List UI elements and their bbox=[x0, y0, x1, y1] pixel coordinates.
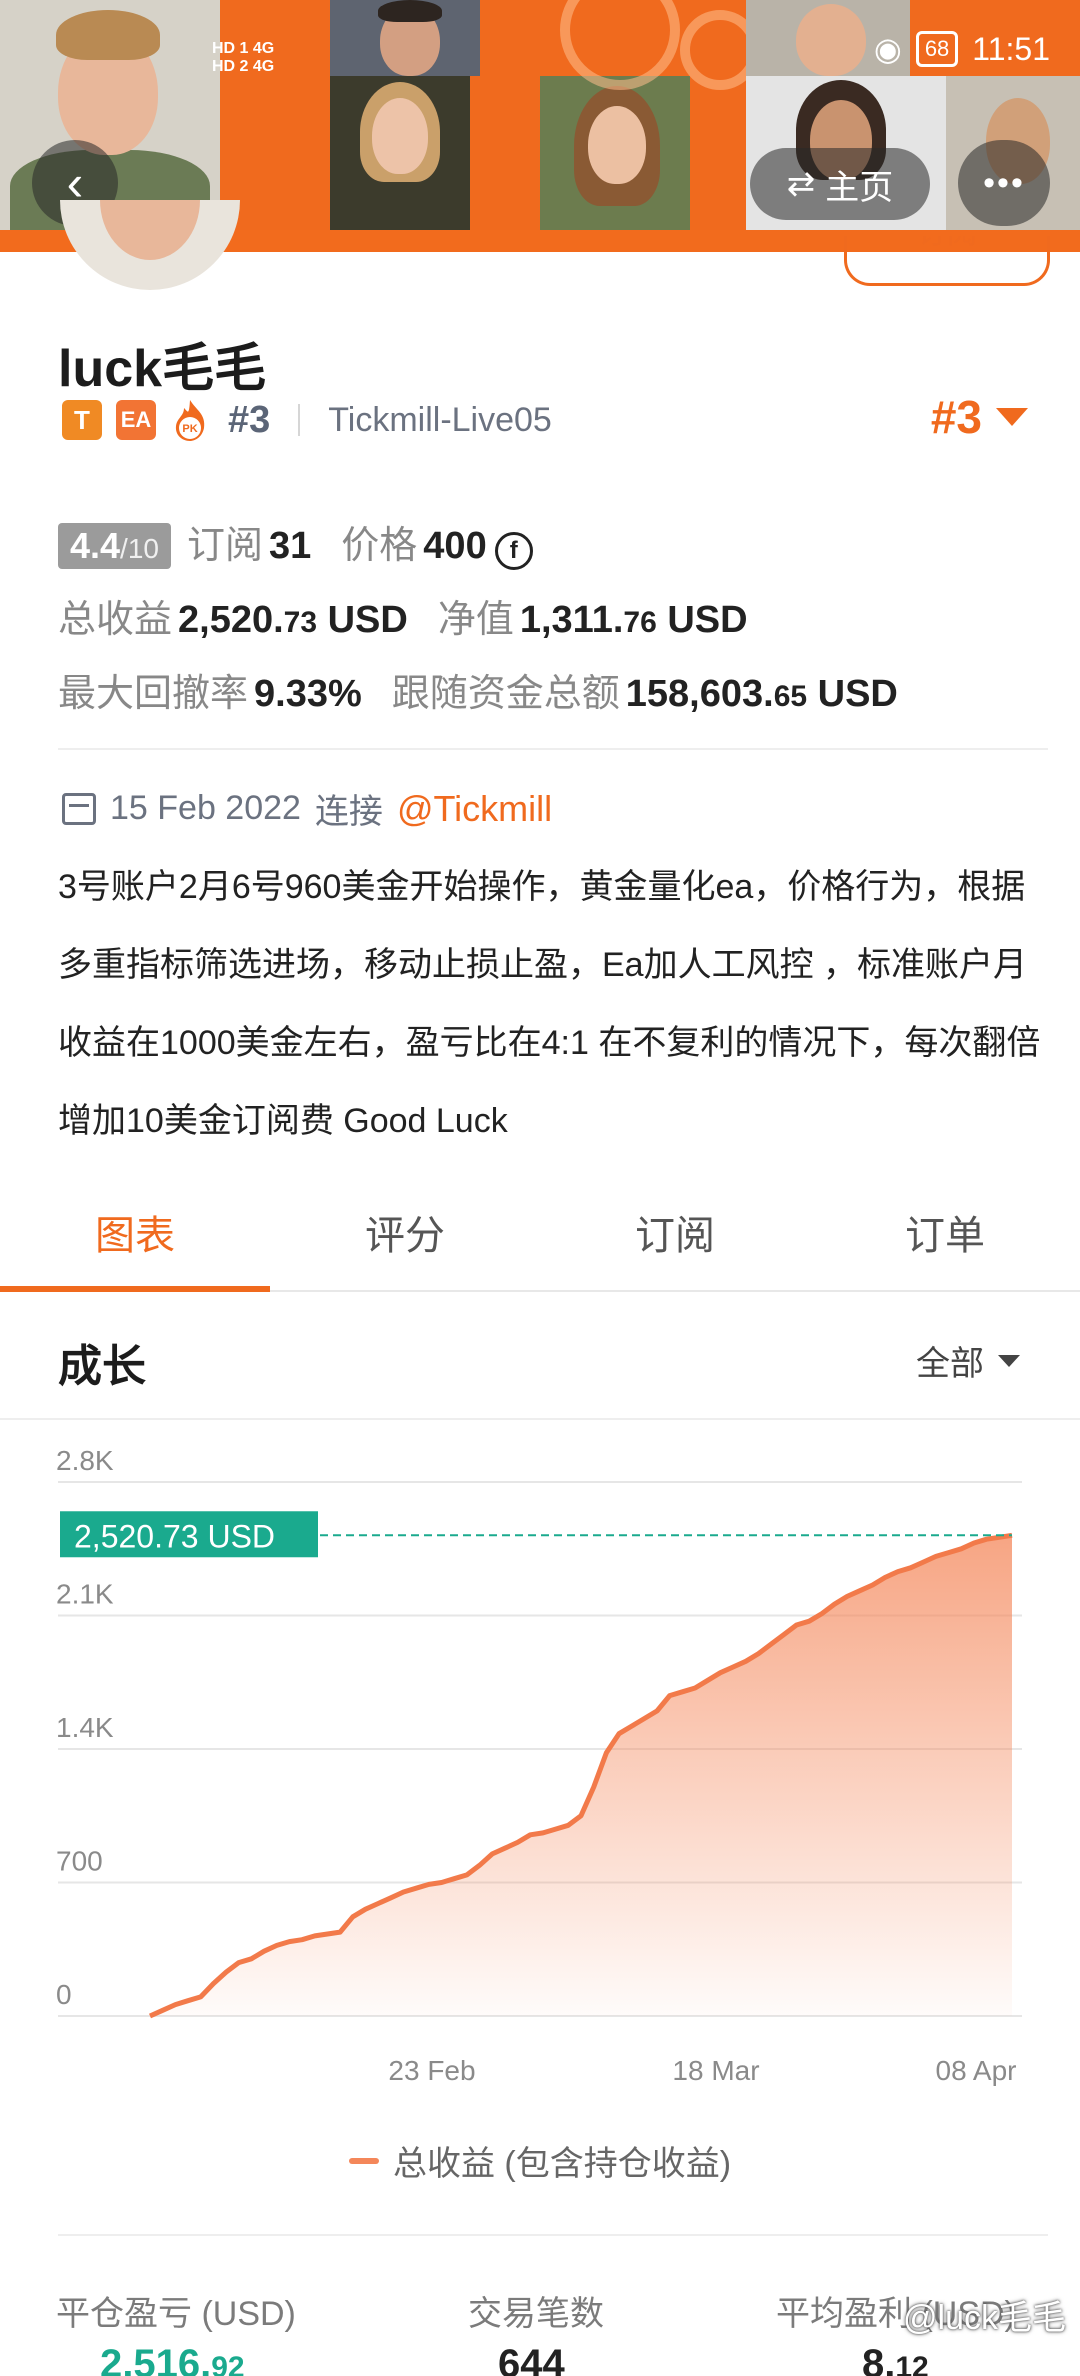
tab-subscribe[interactable]: 订阅 bbox=[540, 1196, 810, 1290]
pk-flame-icon[interactable]: PK bbox=[170, 398, 210, 442]
server-name: Tickmill-Live05 bbox=[328, 400, 552, 439]
rank-label: #3 bbox=[228, 398, 271, 441]
badge-row: T EA PK #3 Tickmill-Live05 bbox=[62, 398, 552, 442]
follow-funds-label: 跟随资金总额 bbox=[391, 673, 620, 715]
legend-label: 总收益 (包含持仓收益) bbox=[392, 2145, 732, 2183]
x-tick-label: 18 Mar bbox=[672, 2055, 759, 2086]
connect-label: 连接 bbox=[314, 793, 383, 831]
swap-icon: ⇄ bbox=[786, 165, 816, 203]
y-tick-label: 700 bbox=[56, 1846, 103, 1877]
svg-text:PK: PK bbox=[182, 423, 197, 435]
tab-chart[interactable]: 图表 bbox=[0, 1196, 270, 1292]
stat-line-profit: 总收益 2,520.73 USD 净值 1,311.76 USD bbox=[58, 588, 1048, 662]
y-tick-label: 0 bbox=[56, 1979, 72, 2010]
closed-pl-value: 2,516.92 bbox=[100, 2342, 245, 2376]
clock: 11:51 bbox=[972, 30, 1050, 67]
tab-rating[interactable]: 评分 bbox=[270, 1196, 540, 1290]
closed-pl-label: 平仓盈亏 (USD) bbox=[56, 2295, 296, 2333]
coin-icon: f bbox=[494, 532, 533, 570]
connect-row: 15 Feb 2022 连接 @Tickmill bbox=[62, 784, 552, 833]
trader-photo-4 bbox=[540, 76, 690, 230]
divider bbox=[58, 2234, 1048, 2236]
divider bbox=[58, 748, 1048, 750]
x-tick-label: 23 Feb bbox=[388, 2055, 475, 2086]
subscribe-count-value: 31 bbox=[269, 525, 312, 567]
eye-icon: ◉ bbox=[873, 31, 902, 67]
stat-line-score: 4.4/10 订阅 31 价格 400 f bbox=[58, 514, 1048, 588]
stat-line-drawdown: 最大回撤率 9.33% 跟随资金总额 158,603.65 USD bbox=[58, 662, 1048, 736]
x-tick-label: 08 Apr bbox=[936, 2055, 1017, 2086]
range-value: 全部 bbox=[916, 1345, 984, 1383]
avatar[interactable] bbox=[60, 200, 240, 290]
watermark: @luck毛毛 bbox=[903, 2299, 1066, 2337]
follow-funds-value: 158,603.65 USD bbox=[625, 673, 898, 715]
status-bar: ◉ 68 11:51 bbox=[874, 30, 1050, 68]
price-label: 价格 bbox=[341, 525, 418, 567]
battery-indicator: 68 bbox=[915, 31, 959, 67]
legend-swatch bbox=[348, 2157, 379, 2164]
current-value-label: 2,520.73 USD bbox=[74, 1518, 275, 1554]
more-button[interactable]: ••• bbox=[958, 140, 1050, 226]
equity-label: 净值 bbox=[437, 599, 514, 641]
broker-link[interactable]: @Tickmill bbox=[397, 788, 552, 830]
equity-value: 1,311.76 USD bbox=[519, 599, 748, 641]
section-title: 成长 bbox=[58, 1342, 146, 1391]
max-drawdown-label: 最大回撤率 bbox=[58, 673, 249, 715]
home-label: 主页 bbox=[825, 168, 894, 207]
more-icon: ••• bbox=[983, 163, 1025, 202]
badge-t-icon: T bbox=[62, 400, 102, 440]
avg-profit-value: 8.12 bbox=[862, 2342, 929, 2376]
growth-chart: 2,520.73 USD 2.8K 2.1K 1.4K 700 0 23 Feb 18 Ma… bbox=[56, 1445, 1022, 2086]
caret-down-icon bbox=[998, 1354, 1020, 1367]
y-tick-label: 2.8K bbox=[56, 1445, 114, 1476]
rank-value: #3 bbox=[930, 391, 982, 443]
stats-panel: 4.4/10 订阅 31 价格 400 f 总收益 2,520.73 USD 净… bbox=[58, 514, 1048, 736]
trader-photo-3 bbox=[330, 76, 470, 230]
badge-ea-icon: EA bbox=[116, 400, 156, 440]
max-drawdown-value: 9.33% bbox=[254, 673, 362, 715]
y-tick-label: 2.1K bbox=[56, 1579, 114, 1610]
total-profit-label: 总收益 bbox=[58, 599, 173, 641]
subscribe-button[interactable]: 订阅 bbox=[844, 236, 1050, 286]
trader-name: luck毛毛 bbox=[58, 340, 267, 398]
calendar-icon bbox=[62, 792, 96, 825]
price-value: 400 bbox=[423, 525, 487, 567]
score-badge: 4.4/10 bbox=[58, 523, 171, 569]
connect-date: 15 Feb 2022 bbox=[110, 789, 301, 827]
total-profit-value: 2,520.73 USD bbox=[178, 599, 408, 641]
subscribe-label: 订阅 bbox=[917, 236, 977, 250]
growth-header: 成长 全部 bbox=[0, 1294, 1080, 1420]
rank-dropdown[interactable]: #3 bbox=[931, 390, 1028, 444]
trader-photo-2 bbox=[330, 0, 480, 76]
strategy-description: 3号账户2月6号960美金开始操作，黄金量化ea，价格行为，根据多重指标筛选进场… bbox=[58, 868, 1041, 1140]
trades-value: 644 bbox=[498, 2342, 565, 2376]
tab-bar: 图表 评分 订阅 订单 bbox=[0, 1196, 1080, 1292]
y-tick-label: 1.4K bbox=[56, 1712, 114, 1743]
divider bbox=[298, 404, 301, 436]
trades-label: 交易笔数 bbox=[468, 2295, 604, 2333]
tab-orders[interactable]: 订单 bbox=[810, 1196, 1080, 1290]
subscribe-count-label: 订阅 bbox=[186, 525, 263, 567]
home-button[interactable]: ⇄ 主页 bbox=[750, 148, 930, 220]
range-dropdown[interactable]: 全部 bbox=[916, 1336, 1020, 1385]
network-indicator: HD 1 4G HD 2 4G bbox=[212, 40, 275, 75]
chart-legend: 总收益 (包含持仓收益) bbox=[0, 2136, 1080, 2185]
caret-down-icon bbox=[996, 408, 1028, 426]
